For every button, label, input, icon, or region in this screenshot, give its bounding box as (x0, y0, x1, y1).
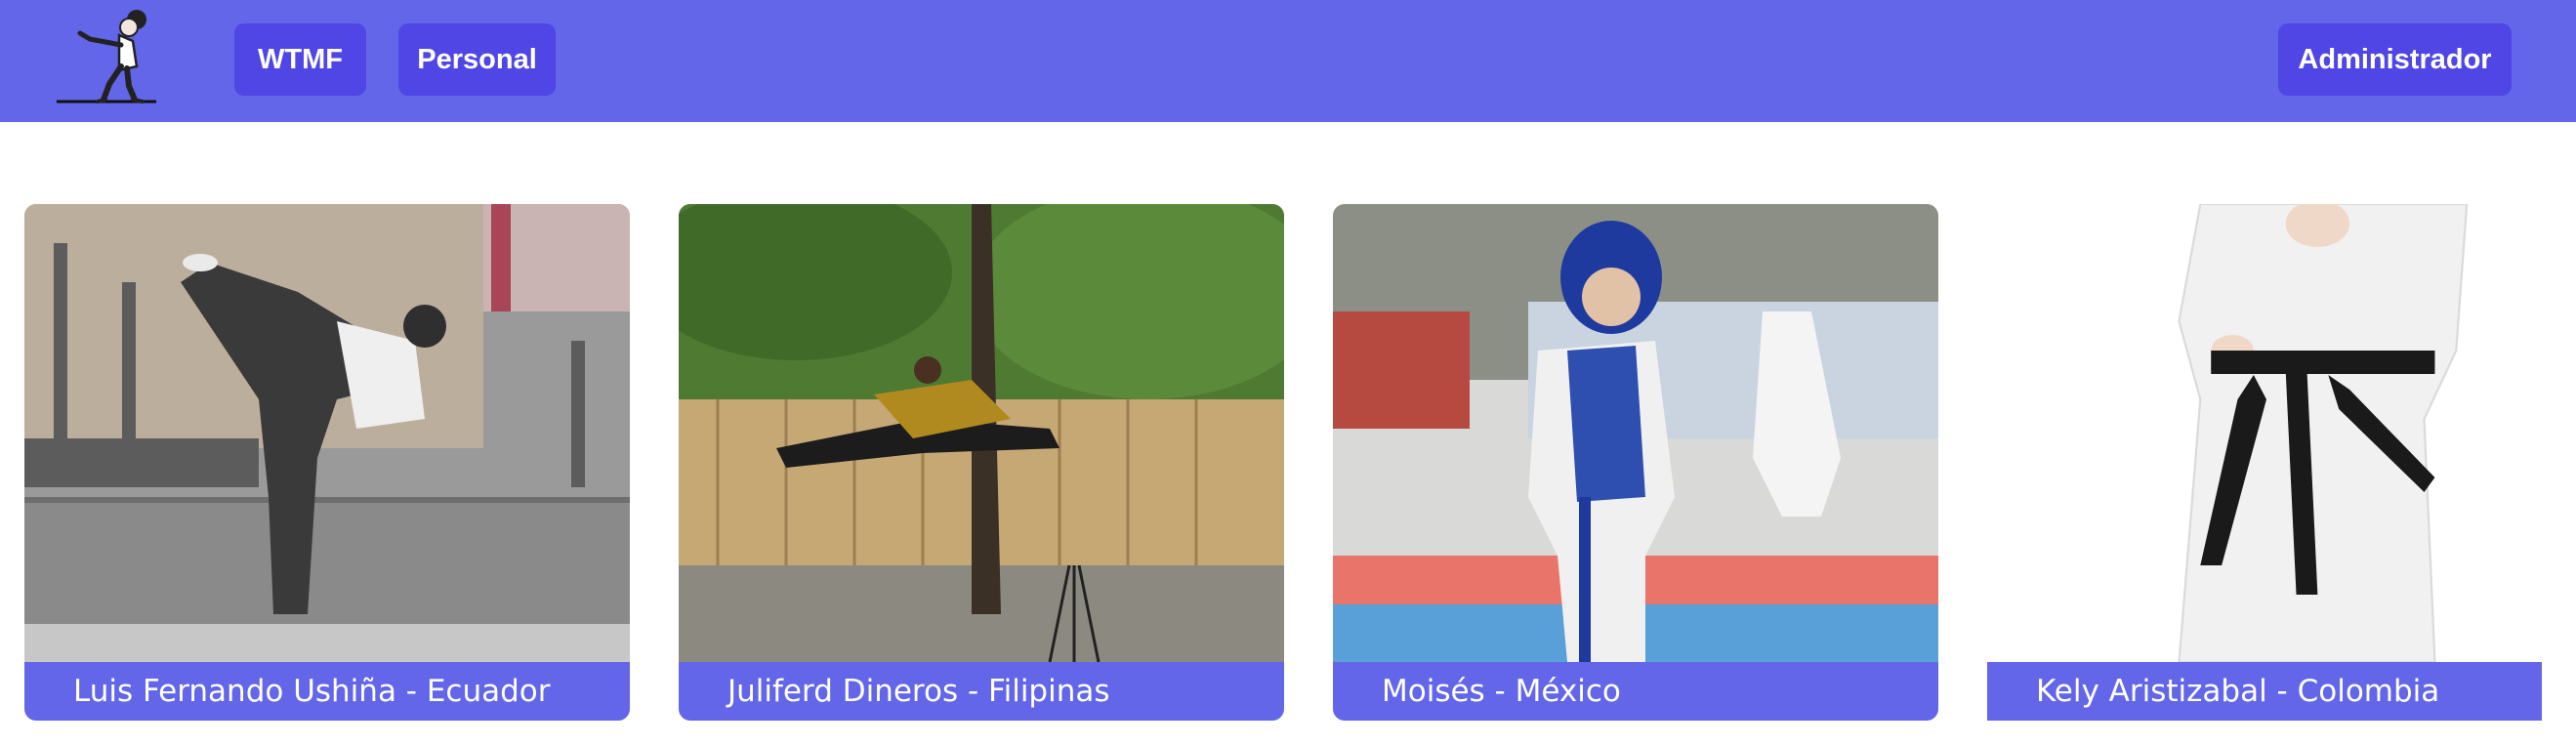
athlete-caption: Moisés - México (1333, 662, 1938, 721)
nav-link-personal[interactable]: Personal (398, 23, 556, 96)
athlete-photo (1987, 204, 2576, 662)
athlete-photo (1333, 204, 1938, 662)
top-navbar: WTMF Personal Administrador (0, 0, 2576, 122)
athlete-caption: Juliferd Dineros - Filipinas (679, 662, 1284, 721)
athlete-card[interactable]: Juliferd Dineros - Filipinas (679, 204, 1284, 721)
karate-kick-logo-icon[interactable] (51, 6, 160, 107)
athlete-card[interactable]: Moisés - México (1333, 204, 1938, 721)
athlete-caption: Kely Aristizabal - Colombia (1987, 662, 2542, 721)
athlete-card[interactable]: Kely Aristizabal - Colombia (1987, 204, 2576, 721)
athlete-card[interactable]: Luis Fernando Ushiña - Ecuador (24, 204, 630, 721)
nav-link-wtmf[interactable]: WTMF (234, 23, 366, 96)
athlete-photo (24, 204, 630, 662)
administrator-button[interactable]: Administrador (2278, 23, 2512, 96)
athlete-photo (679, 204, 1284, 662)
athlete-caption: Luis Fernando Ushiña - Ecuador (24, 662, 630, 721)
